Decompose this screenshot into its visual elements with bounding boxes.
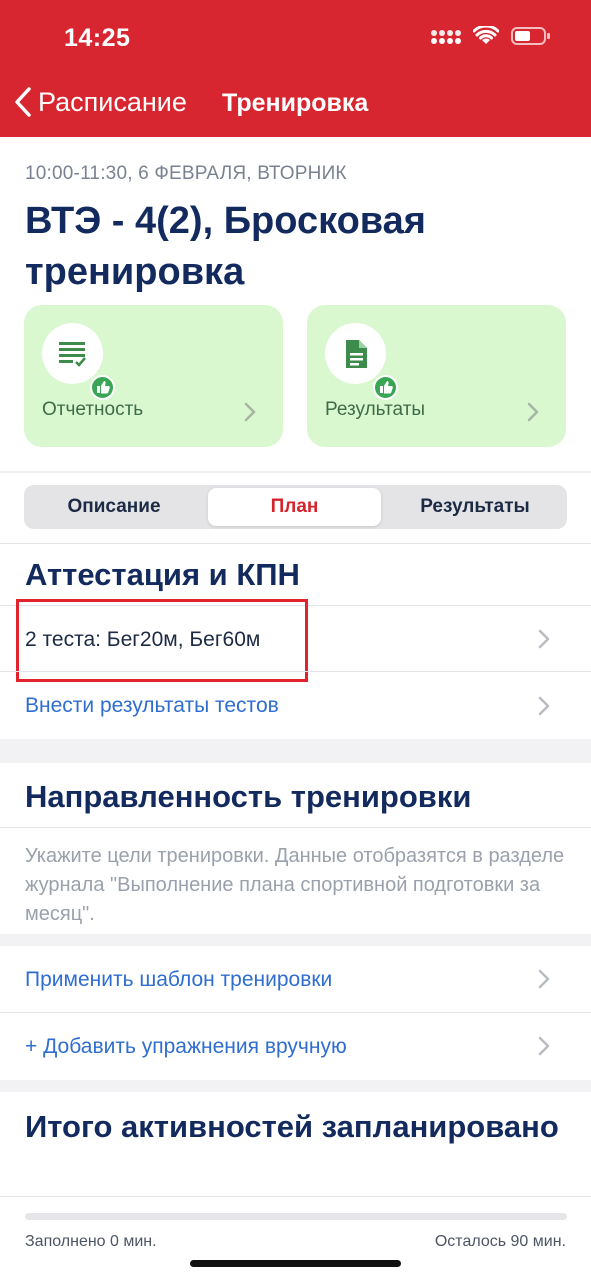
chevron-right-icon [244,402,256,422]
filled-minutes: Заполнено 0 мин. [25,1233,157,1250]
report-list-icon [59,342,86,367]
section-gap [0,1080,591,1092]
page-title: ВТЭ - 4(2), Бросковая тренировка [25,200,426,293]
thumbs-up-icon [373,375,398,400]
chevron-right-icon[interactable] [537,695,551,717]
results-icon-circle [325,323,398,400]
reports-label: Отчетность [42,399,144,420]
back-button[interactable]: Расписание [14,86,187,118]
reports-card[interactable]: Отчетность [24,305,283,447]
add-exercises-link[interactable]: + Добавить упражнения вручную [25,1035,347,1059]
attestation-heading: Аттестация и КПН [25,557,300,592]
cellular-signal-icon [431,30,461,44]
wifi-icon [473,26,499,44]
status-icons [431,26,551,46]
highlight-box [16,599,308,682]
chevron-right-icon[interactable] [537,1035,551,1057]
reports-icon-circle [42,323,115,400]
chevron-left-icon [15,87,31,117]
focus-hint: Укажите цели тренировки. Данные отобразя… [25,845,565,925]
results-card[interactable]: Результаты [307,305,566,447]
section-gap [0,934,591,946]
remaining-minutes: Осталось 90 мин. [434,1233,566,1250]
chevron-right-icon[interactable] [537,628,551,650]
plan-progress-bar [25,1213,567,1220]
document-icon [346,340,367,368]
home-indicator [190,1260,401,1267]
tab-results[interactable]: Результаты [385,488,565,526]
divider [0,1012,591,1013]
tab-plan[interactable]: План [208,488,381,526]
tab-bar: Описание План Результаты [24,485,567,529]
tab-description[interactable]: Описание [24,488,204,526]
summary-heading: Итого активностей запланировано [25,1109,559,1144]
nav-title: Тренировка [222,89,369,117]
divider [0,543,591,544]
thumbs-up-icon [90,375,115,400]
back-label: Расписание [38,86,187,117]
section-gap [0,739,591,763]
divider [0,671,591,672]
focus-heading: Направленность тренировки [25,779,472,814]
chevron-right-icon[interactable] [537,968,551,990]
divider [0,1196,591,1197]
status-time: 14:25 [64,24,131,52]
training-date: 10:00-11:30, 6 ФЕВРАЛЯ, ВТОРНИК [25,163,347,184]
top-bar: 14:25 Расписание Тренировка [0,0,591,137]
enter-results-link[interactable]: Внести результаты тестов [25,694,279,718]
battery-icon [511,27,550,45]
chevron-right-icon [527,402,539,422]
divider [0,827,591,828]
results-label: Результаты [325,399,426,420]
divider [0,471,591,473]
apply-template-link[interactable]: Применить шаблон тренировки [25,968,332,992]
